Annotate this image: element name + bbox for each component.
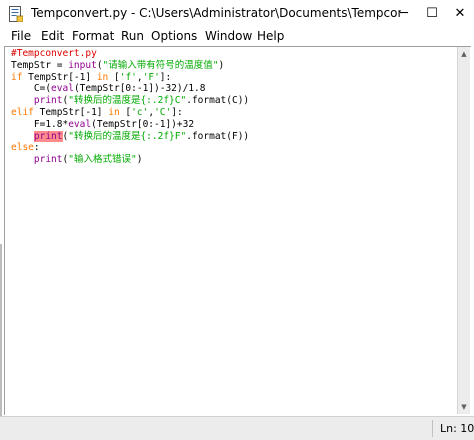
- menu-format[interactable]: Format: [72, 29, 114, 43]
- code-token: F=1.8*: [11, 118, 69, 130]
- menu-bar: File Edit Format Run Options Window Help: [0, 28, 474, 46]
- code-keyword: elif: [11, 106, 34, 118]
- title-bar: Tempconvert.py - C:\Users\Administrator\…: [0, 0, 474, 28]
- python-file-icon: [9, 6, 23, 22]
- code-token: ]:: [159, 71, 172, 83]
- status-separator: [432, 420, 433, 437]
- scroll-down-icon[interactable]: ▼: [458, 400, 470, 414]
- cursor-position: Ln: 10: [440, 422, 474, 435]
- code-keyword: in: [96, 71, 109, 83]
- minimize-button[interactable]: ─: [390, 0, 418, 28]
- code-token: [: [119, 106, 132, 118]
- code-builtin: eval: [51, 83, 74, 95]
- code-token: ): [218, 59, 225, 71]
- status-bar: Ln: 10: [0, 416, 474, 440]
- code-token: ): [136, 154, 143, 166]
- code-keyword: in: [108, 106, 120, 118]
- window-title: Tempconvert.py - C:\Users\Administrator\…: [31, 6, 401, 20]
- code-token: TempStr =: [11, 59, 69, 71]
- vertical-scrollbar[interactable]: ▲ ▼: [457, 47, 470, 414]
- code-builtin: eval: [68, 118, 92, 130]
- code-builtin: print: [33, 154, 63, 166]
- menu-help[interactable]: Help: [257, 29, 284, 43]
- code-keyword: else: [11, 142, 34, 154]
- menu-window[interactable]: Window: [205, 29, 252, 43]
- code-token: :: [33, 142, 40, 154]
- menu-file[interactable]: File: [11, 29, 31, 43]
- code-string: 'c': [131, 106, 149, 118]
- code-token: ]:: [171, 106, 183, 118]
- code-string: 'f': [119, 71, 137, 83]
- code-token: C=(: [11, 83, 52, 95]
- code-string: "请输入带有符号的温度值": [102, 59, 219, 71]
- menu-options[interactable]: Options: [151, 29, 197, 43]
- maximize-button[interactable]: ☐: [418, 0, 446, 28]
- code-keyword: if: [11, 71, 23, 83]
- menu-run[interactable]: Run: [121, 29, 144, 43]
- code-text[interactable]: #Tempconvert.py TempStr = input("请输入带有符号…: [11, 48, 249, 166]
- code-token: TempStr[-1]: [33, 106, 109, 118]
- code-string: 'F': [142, 71, 160, 83]
- code-builtin: print: [33, 95, 63, 107]
- code-token: TempStr[-1]: [22, 71, 97, 83]
- code-token: [: [108, 71, 120, 83]
- code-string: "转换后的温度是{:.2f}F": [68, 130, 187, 142]
- code-string: "输入格式错误": [68, 154, 137, 166]
- code-string: 'C': [154, 106, 172, 118]
- close-button[interactable]: ✕: [446, 0, 474, 28]
- code-token: (TempStr[0:-1])-32)/1.8: [73, 83, 206, 95]
- code-error-highlight: print: [33, 130, 63, 142]
- code-token: .format(C)): [186, 95, 250, 107]
- menu-edit[interactable]: Edit: [41, 29, 64, 43]
- code-builtin: input: [68, 59, 97, 71]
- scroll-up-icon[interactable]: ▲: [458, 47, 470, 61]
- code-token: (TempStr[0:-1])+32: [91, 118, 195, 130]
- code-string: "转换后的温度是{:.2f}C": [68, 95, 187, 107]
- window-edge-mark: [0, 244, 2, 416]
- code-comment: #Tempconvert.py: [11, 48, 97, 59]
- code-token: .format(F)): [186, 130, 250, 142]
